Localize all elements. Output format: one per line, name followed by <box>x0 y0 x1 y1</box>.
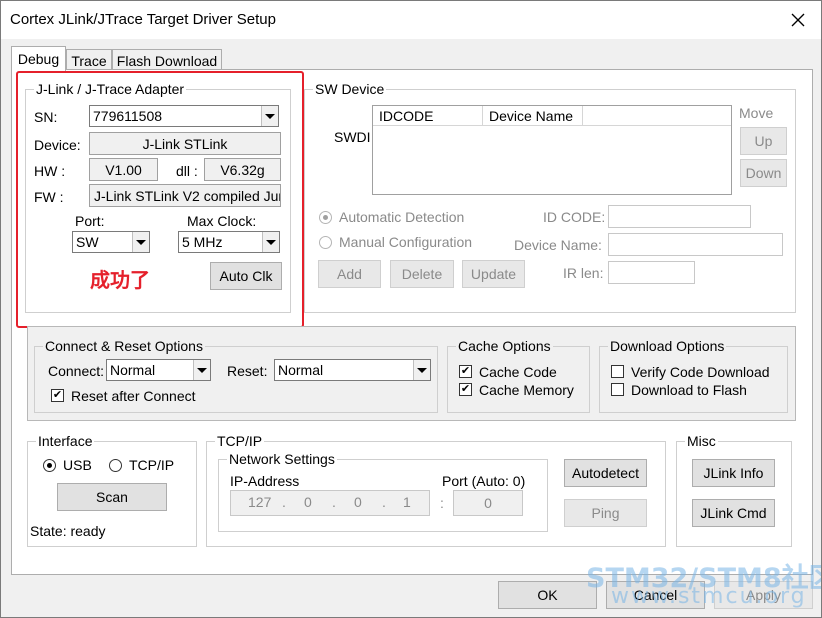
verify-code-download-label: Verify Code Download <box>631 364 770 380</box>
up-label: Up <box>754 133 773 149</box>
usb-label: USB <box>63 457 92 473</box>
checkmark-icon: ✔ <box>460 383 471 395</box>
id-code-label: ID CODE: <box>543 209 606 225</box>
ip-octet-4: 1 <box>403 494 411 510</box>
tab-flash-download-label: Flash Download <box>116 52 218 69</box>
sw-device-list[interactable]: IDCODE Device Name <box>372 105 732 195</box>
tab-debug-label: Debug <box>17 51 60 67</box>
jlink-info-button[interactable]: JLink Info <box>692 459 775 487</box>
jlink-info-label: JLink Info <box>703 465 764 481</box>
ip-address-label: IP-Address <box>230 473 300 489</box>
down-label: Down <box>745 165 782 181</box>
delete-label: Delete <box>401 266 443 282</box>
port-value: 0 <box>484 495 492 511</box>
reset-label: Reset: <box>227 363 268 379</box>
autodetect-label: Autodetect <box>572 465 639 481</box>
id-code-input[interactable] <box>608 205 751 228</box>
usb-radio[interactable] <box>43 459 56 472</box>
chevron-down-icon[interactable] <box>413 360 430 380</box>
device-name-header-label: Device Name <box>489 107 574 124</box>
state-text: State: ready <box>30 523 106 539</box>
ping-label: Ping <box>591 505 620 521</box>
cache-code-label: Cache Code <box>479 364 557 380</box>
ping-button[interactable]: Ping <box>564 499 647 527</box>
jlink-cmd-label: JLink Cmd <box>700 505 767 521</box>
download-to-flash-label: Download to Flash <box>631 382 747 398</box>
misc-group: Misc <box>676 433 792 547</box>
autodetect-button[interactable]: Autodetect <box>564 459 647 487</box>
device-name-input[interactable] <box>608 233 783 256</box>
manual-configuration-label: Manual Configuration <box>339 234 473 250</box>
ip-port-separator: : <box>440 495 444 511</box>
connect-reset-title: Connect & Reset Options <box>43 338 205 354</box>
network-settings-title: Network Settings <box>227 451 337 467</box>
title-bar[interactable]: Cortex JLink/JTrace Target Driver Setup <box>1 1 821 39</box>
checkmark-icon: ✔ <box>52 389 63 401</box>
cache-memory-label: Cache Memory <box>479 382 574 398</box>
watermark-line2: www.stmcu.org <box>611 584 807 609</box>
swdi-label: SWDI <box>334 129 371 145</box>
tcpip-title: TCP/IP <box>215 433 265 449</box>
cache-code-checkbox[interactable]: ✔ <box>459 365 472 378</box>
move-up-button[interactable]: Up <box>740 127 787 155</box>
reset-select[interactable]: Normal <box>274 359 431 381</box>
window-title: Cortex JLink/JTrace Target Driver Setup <box>10 11 276 28</box>
update-button[interactable]: Update <box>462 260 525 288</box>
delete-button[interactable]: Delete <box>390 260 454 288</box>
move-down-button[interactable]: Down <box>740 159 787 187</box>
scan-label: Scan <box>96 489 128 505</box>
connect-select[interactable]: Normal <box>106 359 211 381</box>
ok-button[interactable]: OK <box>498 581 597 609</box>
column-header-idcode[interactable]: IDCODE <box>373 106 483 126</box>
idcode-header-label: IDCODE <box>379 107 434 124</box>
reset-after-connect-checkbox[interactable]: ✔ <box>51 389 64 402</box>
automatic-detection-radio[interactable] <box>319 211 332 224</box>
tab-trace-label: Trace <box>71 52 107 69</box>
close-button[interactable] <box>775 1 821 39</box>
ir-len-input[interactable] <box>608 261 695 284</box>
cache-memory-checkbox[interactable]: ✔ <box>459 383 472 396</box>
column-header-blank <box>583 106 731 126</box>
checkmark-icon: ✔ <box>460 365 471 377</box>
jlink-cmd-button[interactable]: JLink Cmd <box>692 499 775 527</box>
manual-configuration-radio[interactable] <box>319 236 332 249</box>
dialog-window: Cortex JLink/JTrace Target Driver Setup … <box>0 0 822 618</box>
download-to-flash-checkbox[interactable] <box>611 383 624 396</box>
add-label: Add <box>337 266 362 282</box>
ip-octet-2: 0 <box>304 494 312 510</box>
tab-debug[interactable]: Debug <box>11 46 66 71</box>
interface-title: Interface <box>36 433 95 449</box>
tcpip-label: TCP/IP <box>129 457 175 473</box>
port-auto-label: Port (Auto: 0) <box>442 473 526 489</box>
device-name-label: Device Name: <box>514 237 602 253</box>
ir-len-label: IR len: <box>563 265 604 281</box>
tcpip-radio[interactable] <box>109 459 122 472</box>
add-button[interactable]: Add <box>318 260 381 288</box>
scan-button[interactable]: Scan <box>57 483 167 511</box>
move-label: Move <box>739 105 774 121</box>
connect-label: Connect: <box>48 363 105 379</box>
highlight-box <box>16 71 304 328</box>
cache-options-title: Cache Options <box>456 338 553 354</box>
automatic-detection-label: Automatic Detection <box>339 209 465 225</box>
reset-after-connect-label: Reset after Connect <box>71 388 196 404</box>
port-input[interactable]: 0 <box>453 490 523 516</box>
connect-value: Normal <box>110 362 156 378</box>
chevron-down-icon[interactable] <box>193 360 210 380</box>
sw-device-group-title: SW Device <box>313 81 387 97</box>
ip-octet-3: 0 <box>354 494 362 510</box>
close-icon <box>791 13 805 27</box>
misc-title: Misc <box>685 433 718 449</box>
reset-value: Normal <box>278 362 324 378</box>
tab-flash-download[interactable]: Flash Download <box>112 49 222 71</box>
ip-octet-1: 127 <box>248 494 272 510</box>
download-options-title: Download Options <box>608 338 727 354</box>
ip-address-input[interactable]: 127 . 0 . 0 . 1 <box>230 490 430 516</box>
column-header-device-name[interactable]: Device Name <box>483 106 583 126</box>
verify-code-download-checkbox[interactable] <box>611 365 624 378</box>
update-label: Update <box>470 266 517 282</box>
ok-label: OK <box>537 587 558 603</box>
tab-trace[interactable]: Trace <box>66 49 112 71</box>
